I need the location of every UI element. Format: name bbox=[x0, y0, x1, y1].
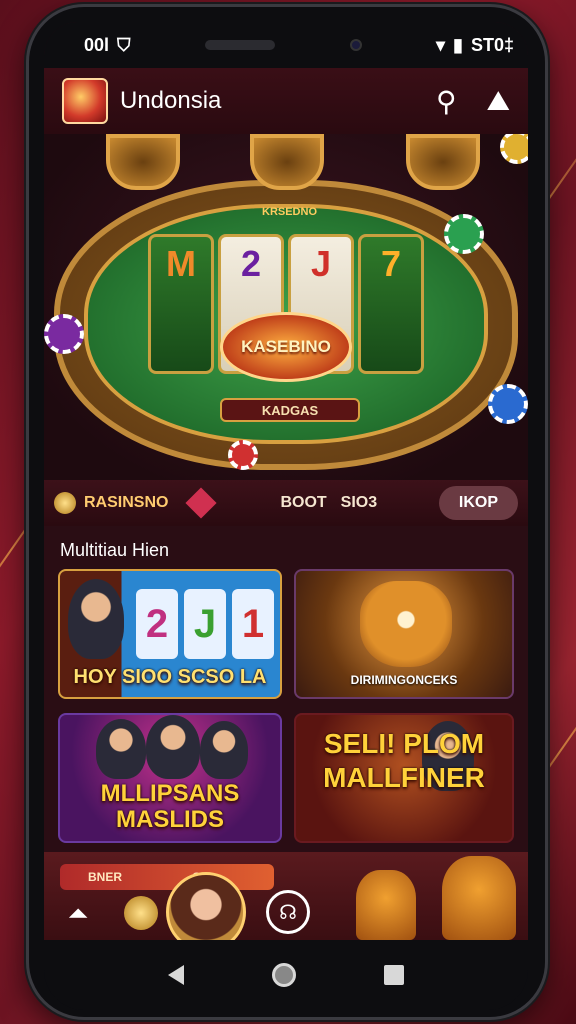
lion-mascot bbox=[442, 856, 516, 940]
promo-banner[interactable]: BNER CKe bbox=[60, 864, 274, 890]
gem-icon bbox=[185, 487, 218, 519]
poker-chip bbox=[44, 314, 84, 354]
coin-nav-icon[interactable] bbox=[124, 896, 158, 930]
game-card[interactable]: 2 J 1 HOY SIOO SCSO LA bbox=[58, 569, 282, 699]
lion-mascot bbox=[356, 870, 416, 940]
recents-icon[interactable] bbox=[384, 965, 404, 985]
poker-chip bbox=[500, 134, 528, 164]
chip-cup-right bbox=[406, 134, 480, 190]
chip-cup-center bbox=[250, 134, 324, 190]
tab-sio3[interactable]: SIO3 bbox=[341, 494, 377, 512]
host-figure bbox=[68, 579, 124, 659]
hero-banner[interactable]: KRSEDNO M 2 J 7 KASEBINO KADGAS bbox=[44, 134, 528, 480]
speaker-notch bbox=[205, 40, 276, 50]
signal-icon: ▮ bbox=[453, 34, 463, 55]
back-icon[interactable] bbox=[168, 965, 184, 985]
game-card[interactable]: MLLIPSANS MASLIDS bbox=[58, 713, 282, 843]
game-card-title: SELI! PLOM MALLFINER bbox=[323, 728, 485, 793]
tiger-art bbox=[360, 581, 452, 667]
mini-reel: 1 bbox=[232, 589, 274, 659]
status-battery-text: ST0‡ bbox=[470, 34, 514, 55]
host-figure bbox=[146, 715, 200, 779]
game-card-title: HOY SIOO SCSO LA bbox=[73, 666, 267, 688]
banner-pill[interactable]: KADGAS bbox=[220, 398, 360, 422]
shield-icon: ⛉ bbox=[117, 34, 131, 55]
app-logo[interactable] bbox=[62, 78, 108, 124]
tab-boot[interactable]: BOOT bbox=[280, 494, 326, 512]
wifi-icon: ▾ bbox=[435, 34, 446, 55]
game-grid: 2 J 1 HOY SIOO SCSO LA DIRIMINGONCEKS ML… bbox=[44, 569, 528, 843]
promo-left: BNER bbox=[88, 870, 123, 884]
poker-chip bbox=[444, 214, 484, 254]
table-label: KRSEDNO bbox=[262, 206, 318, 218]
host-figure bbox=[200, 721, 248, 779]
chip-cup-left bbox=[106, 134, 180, 190]
casino-emblem: KASEBINO bbox=[220, 312, 352, 382]
mini-reel: 2 bbox=[136, 589, 178, 659]
support-icon[interactable]: ☊ bbox=[266, 890, 310, 934]
profile-icon[interactable]: ⛰ bbox=[486, 85, 510, 118]
game-card-title: DIRIMINGONCEKS bbox=[350, 673, 458, 687]
front-camera bbox=[349, 39, 362, 51]
poker-chip bbox=[228, 440, 258, 470]
app-title: Undonsia bbox=[120, 87, 222, 114]
status-time: 00l bbox=[84, 34, 110, 55]
poker-chip bbox=[488, 384, 528, 424]
home-nav-icon[interactable]: ⏶ bbox=[68, 898, 89, 930]
game-card-title: MLLIPSANS MASLIDS bbox=[100, 780, 240, 833]
search-icon[interactable]: ⚲ bbox=[436, 85, 457, 118]
bottom-navigation: BNER CKe ⏶ ☊ bbox=[44, 852, 528, 940]
home-icon[interactable] bbox=[272, 963, 296, 987]
coin-icon bbox=[54, 492, 76, 514]
host-figure bbox=[96, 719, 146, 779]
app-screen: 00l ⛉ ▾ ▮ ST0‡ Undonsia ⚲ ⛰ KRSEDNO M 2 bbox=[44, 22, 528, 940]
status-bar: 00l ⛉ ▾ ▮ ST0‡ bbox=[44, 22, 528, 68]
tab-active[interactable]: IKOP bbox=[438, 486, 518, 520]
game-card[interactable]: DIRIMINGONCEKS bbox=[294, 569, 514, 699]
section-title: Multitiau Hien bbox=[60, 540, 170, 560]
app-header: Undonsia ⚲ ⛰ bbox=[44, 68, 528, 134]
tab-brand-label: RASINSNO bbox=[84, 494, 169, 511]
system-navigation bbox=[44, 940, 528, 1010]
mini-reel: J bbox=[184, 589, 226, 659]
tab-brand[interactable]: RASINSNO bbox=[54, 487, 266, 519]
category-tabs: RASINSNO BOOT SIO3 IKOP bbox=[44, 480, 528, 526]
game-card[interactable]: SELI! PLOM MALLFINER bbox=[294, 713, 514, 843]
reel: 7 bbox=[358, 234, 424, 374]
reel: M bbox=[148, 234, 214, 374]
